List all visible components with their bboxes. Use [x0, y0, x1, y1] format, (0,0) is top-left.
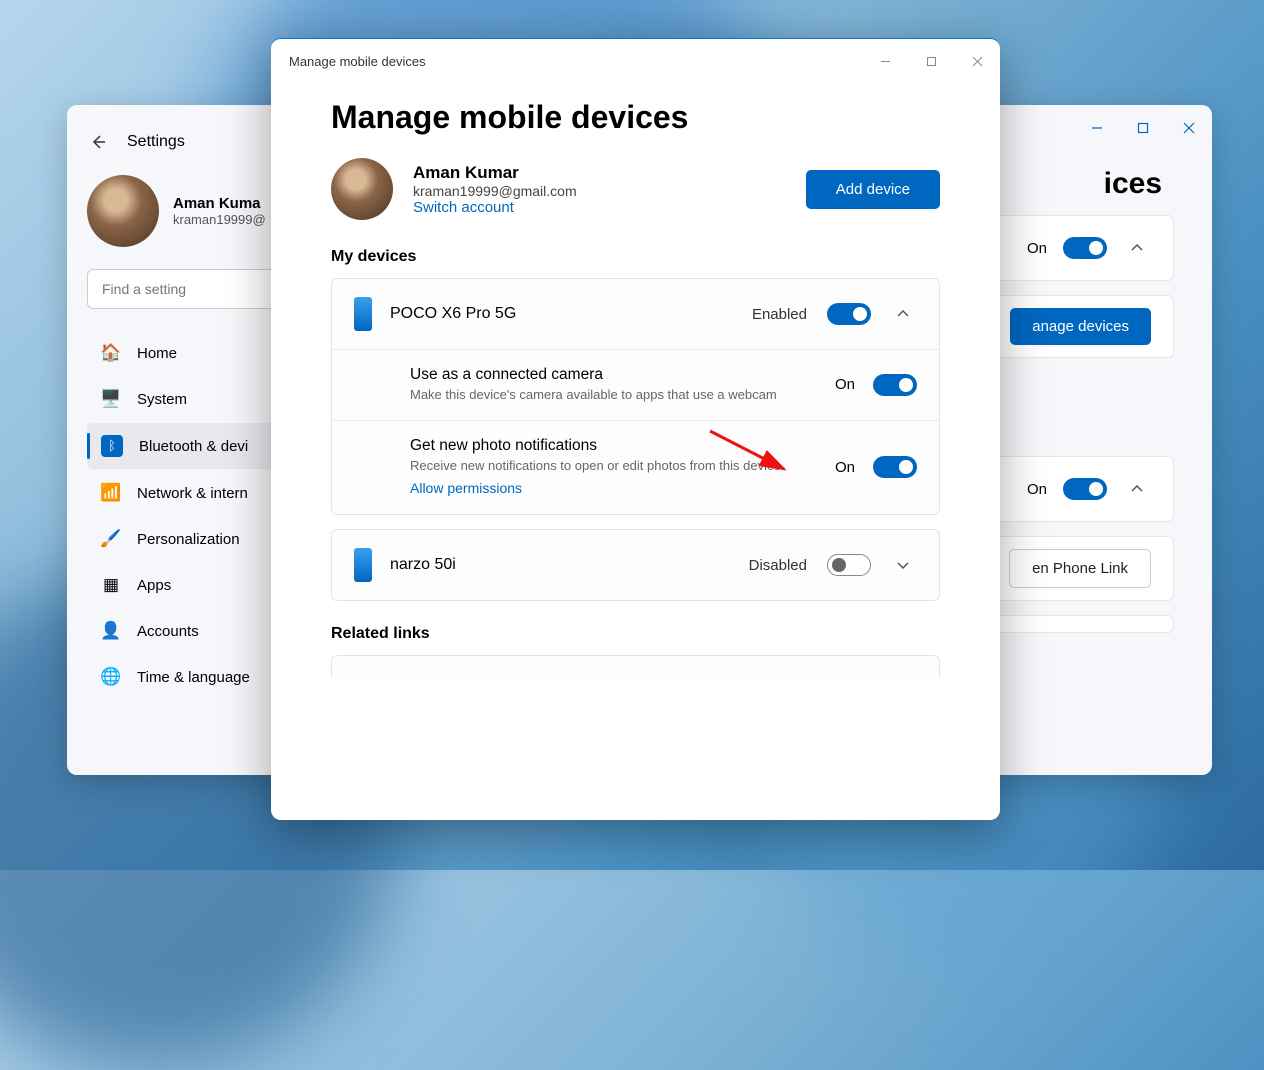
device-enable-toggle[interactable] [827, 303, 871, 325]
bluetooth-icon: ᛒ [101, 435, 123, 457]
allow-permissions-link[interactable]: Allow permissions [410, 480, 522, 496]
photo-state-label: On [835, 459, 855, 476]
settings-title: Settings [127, 133, 185, 151]
account-email: kraman19999@gmail.com [413, 183, 577, 199]
back-button[interactable] [87, 131, 109, 153]
account-name: Aman Kumar [413, 163, 577, 183]
account-avatar [331, 158, 393, 220]
minimize-button[interactable] [1074, 105, 1120, 151]
device-row-narzo[interactable]: narzo 50i Disabled [332, 530, 939, 600]
open-phone-link-button[interactable]: en Phone Link [1009, 549, 1151, 588]
connected-camera-row: Use as a connected camera Make this devi… [332, 349, 939, 420]
user-email: kraman19999@ [173, 212, 266, 227]
switch-account-link[interactable]: Switch account [413, 199, 577, 216]
device-status-label: Enabled [752, 306, 807, 323]
dialog-maximize-button[interactable] [908, 39, 954, 83]
maximize-button[interactable] [1120, 105, 1166, 151]
camera-toggle[interactable] [873, 374, 917, 396]
window-controls [1074, 105, 1212, 151]
device-name: POCO X6 Pro 5G [390, 305, 734, 323]
person-icon: 👤 [101, 621, 121, 641]
device-row-poco[interactable]: POCO X6 Pro 5G Enabled [332, 279, 939, 349]
dialog-titlebar: Manage mobile devices [271, 39, 1000, 83]
device-status-label: Disabled [749, 557, 807, 574]
globe-icon: 🌐 [101, 667, 121, 687]
phone-icon [354, 297, 372, 331]
device-card-narzo: narzo 50i Disabled [331, 529, 940, 601]
photo-notifications-row: Get new photo notifications Receive new … [332, 420, 939, 515]
wifi-icon: 📶 [101, 483, 121, 503]
account-row: Aman Kumar kraman19999@gmail.com Switch … [331, 158, 940, 220]
phone-icon [354, 548, 372, 582]
bg-toggle-1[interactable] [1063, 237, 1107, 259]
camera-desc: Make this device's camera available to a… [410, 386, 817, 404]
home-icon: 🏠 [101, 343, 121, 363]
chevron-up-icon[interactable] [1123, 234, 1151, 262]
manage-devices-button[interactable]: anage devices [1010, 308, 1151, 345]
system-icon: 🖥️ [101, 389, 121, 409]
my-devices-heading: My devices [331, 248, 940, 266]
manage-devices-dialog: Manage mobile devices Manage mobile devi… [271, 38, 1000, 820]
chevron-up-icon[interactable] [1123, 475, 1151, 503]
chevron-up-icon[interactable] [889, 300, 917, 328]
dialog-close-button[interactable] [954, 39, 1000, 83]
user-name: Aman Kuma [173, 195, 266, 212]
user-avatar [87, 175, 159, 247]
photo-desc: Receive new notifications to open or edi… [410, 457, 817, 475]
device-name: narzo 50i [390, 556, 731, 574]
dialog-title: Manage mobile devices [289, 54, 426, 69]
bg-toggle-2[interactable] [1063, 478, 1107, 500]
photo-toggle[interactable] [873, 456, 917, 478]
camera-state-label: On [835, 376, 855, 393]
photo-title: Get new photo notifications [410, 437, 817, 455]
apps-icon: ▦ [101, 575, 121, 595]
brush-icon: 🖌️ [101, 529, 121, 549]
close-button[interactable] [1166, 105, 1212, 151]
dialog-minimize-button[interactable] [862, 39, 908, 83]
add-device-button[interactable]: Add device [806, 170, 940, 209]
related-links-heading: Related links [331, 625, 940, 643]
device-card-poco: POCO X6 Pro 5G Enabled Use as a connecte… [331, 278, 940, 515]
dialog-heading: Manage mobile devices [331, 99, 940, 136]
camera-title: Use as a connected camera [410, 366, 817, 384]
related-links-card [331, 655, 940, 677]
chevron-down-icon[interactable] [889, 551, 917, 579]
device-enable-toggle[interactable] [827, 554, 871, 576]
